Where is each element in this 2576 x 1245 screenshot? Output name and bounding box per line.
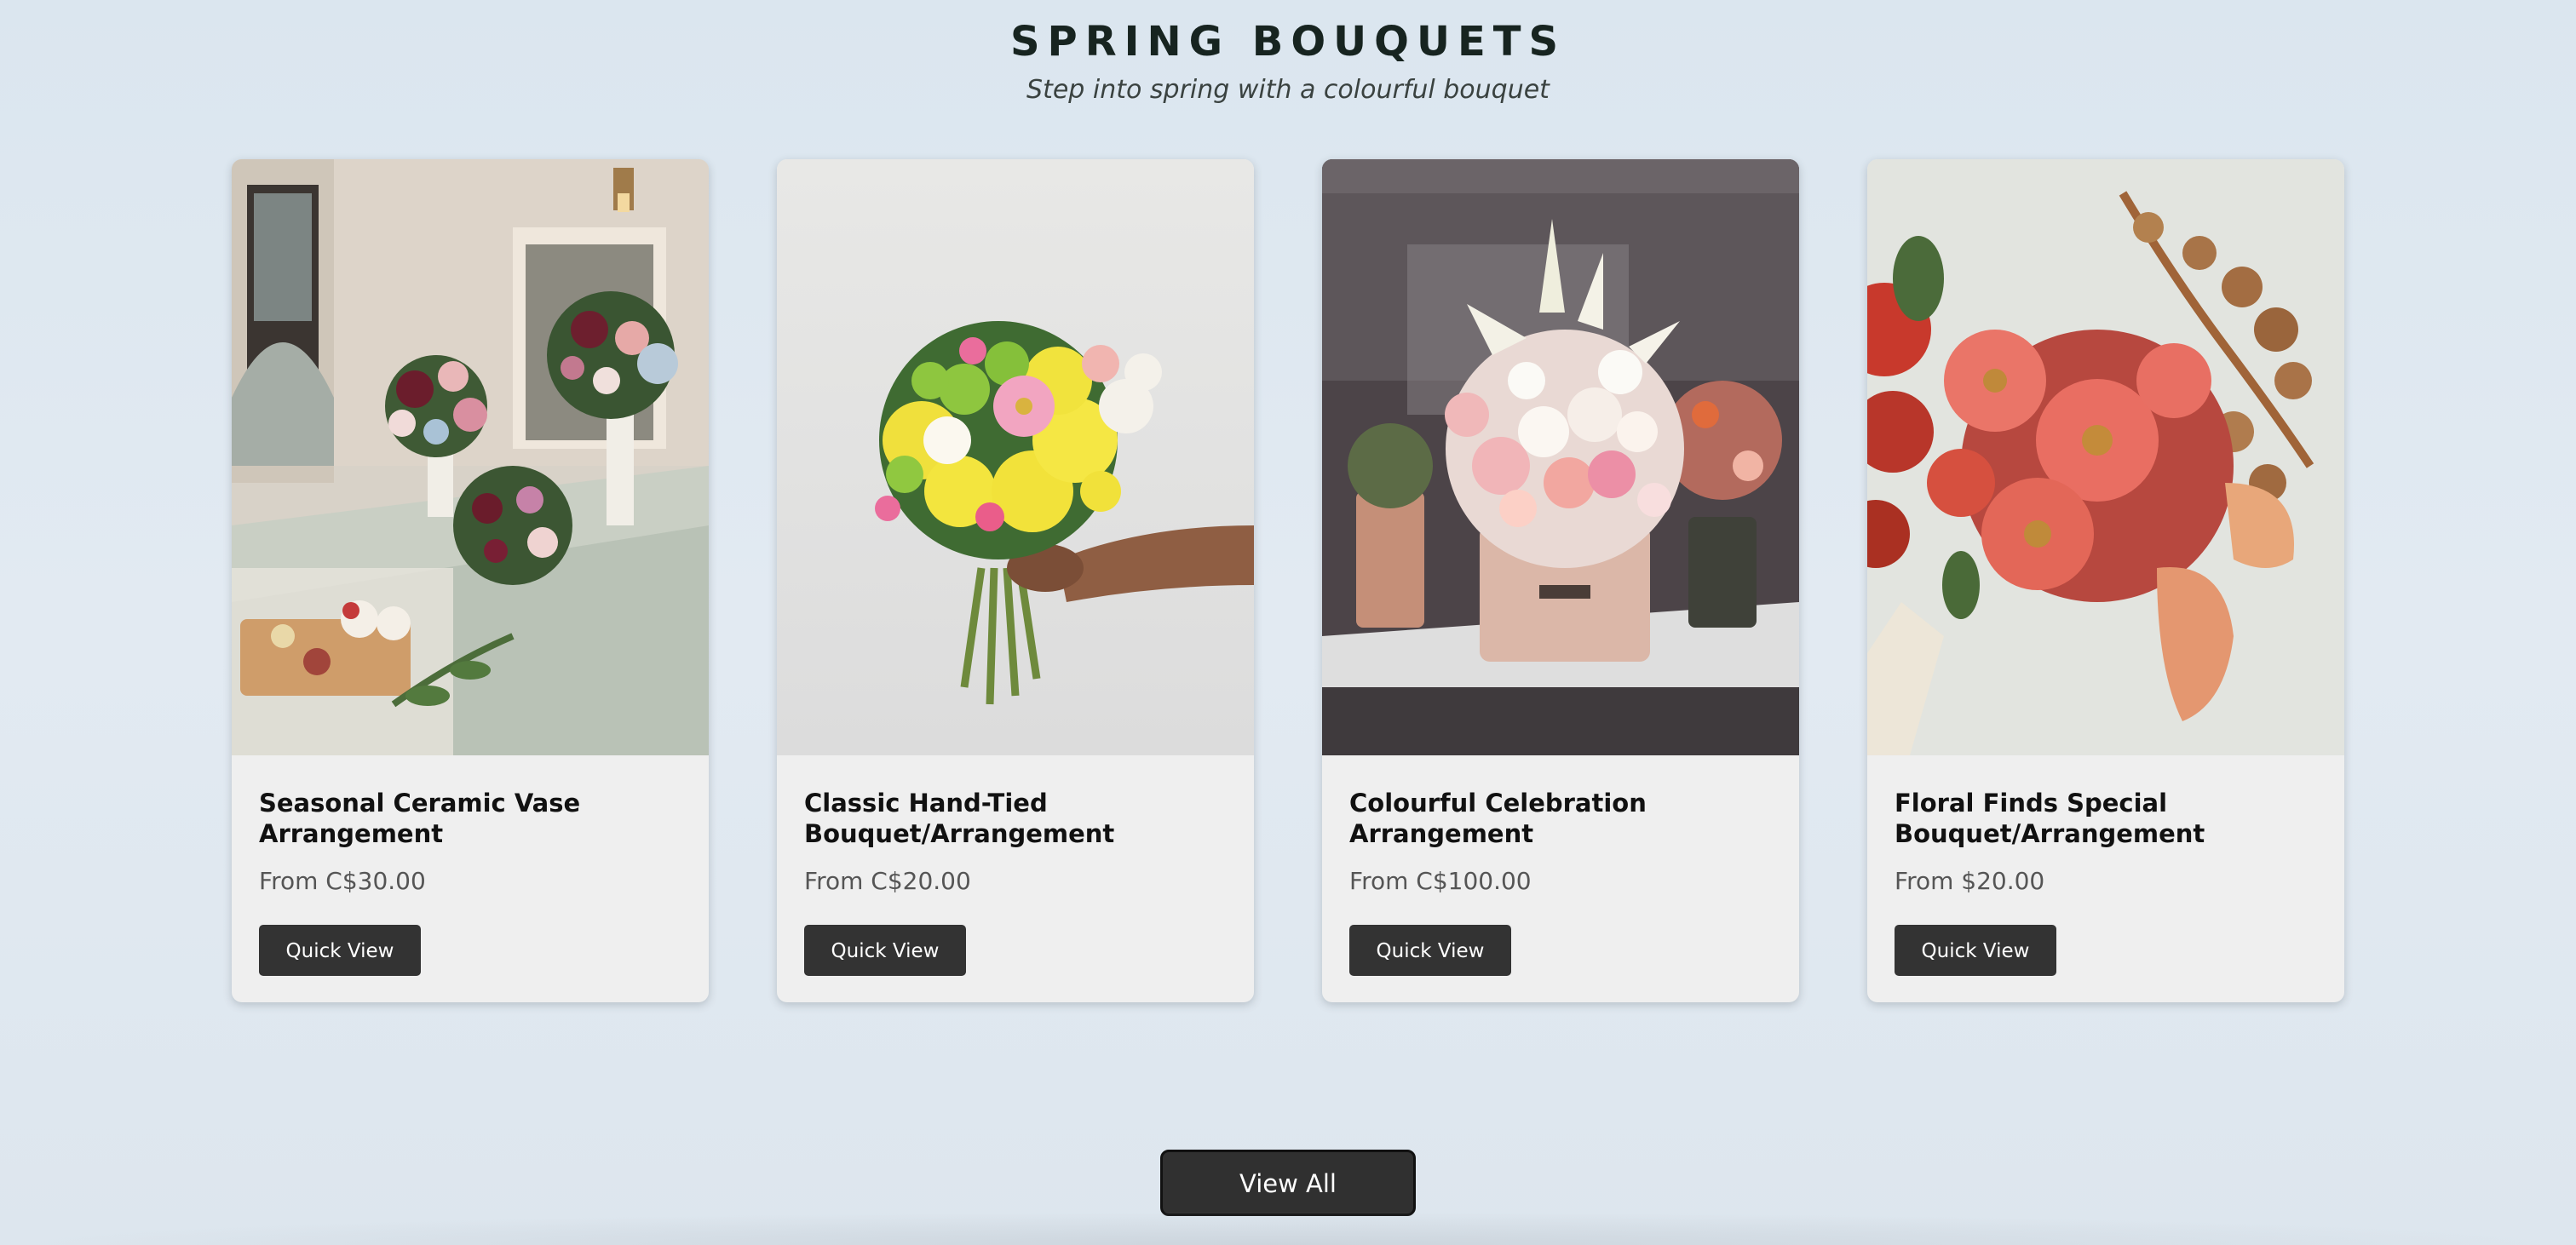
product-name[interactable]: Seasonal Ceramic Vase Arrangement [259, 788, 685, 849]
product-card[interactable]: Floral Finds Special Bouquet/Arrangement… [1867, 159, 2344, 1002]
quick-view-button[interactable]: Quick View [1895, 925, 2056, 976]
product-price: From C$100.00 [1349, 867, 1532, 895]
product-price: From $20.00 [1895, 867, 2045, 895]
product-image[interactable] [1322, 159, 1799, 755]
product-card[interactable]: Seasonal Ceramic Vase Arrangement From C… [232, 159, 709, 1002]
bottom-shadow [0, 1211, 2576, 1245]
product-price: From C$20.00 [804, 867, 971, 895]
product-image[interactable] [232, 159, 709, 755]
product-image[interactable] [1867, 159, 2344, 755]
product-name[interactable]: Classic Hand-Tied Bouquet/Arrangement [804, 788, 1230, 849]
section-subtitle: Step into spring with a colourful bouque… [1026, 75, 1550, 105]
quick-view-button[interactable]: Quick View [804, 925, 966, 976]
section-title: SPRING BOUQUETS [1009, 18, 1567, 66]
quick-view-button[interactable]: Quick View [1349, 925, 1511, 976]
product-card[interactable]: Classic Hand-Tied Bouquet/Arrangement Fr… [777, 159, 1254, 1002]
product-price: From C$30.00 [259, 867, 426, 895]
product-name[interactable]: Floral Finds Special Bouquet/Arrangement [1895, 788, 2320, 849]
product-image[interactable] [777, 159, 1254, 755]
product-card[interactable]: Colourful Celebration Arrangement From C… [1322, 159, 1799, 1002]
product-name[interactable]: Colourful Celebration Arrangement [1349, 788, 1775, 849]
view-all-button[interactable]: View All [1160, 1150, 1416, 1216]
quick-view-button[interactable]: Quick View [259, 925, 421, 976]
